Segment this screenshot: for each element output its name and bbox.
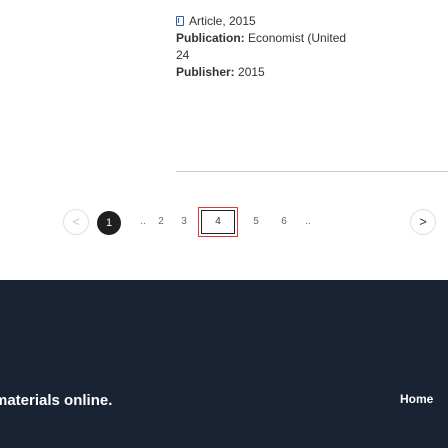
footer-home-link[interactable]: Home — [400, 392, 433, 406]
publication-continued: 24 — [176, 47, 438, 64]
results-divider — [176, 171, 448, 172]
site-footer: materials online. Home — [0, 280, 448, 448]
page-2-link[interactable]: 2 — [150, 211, 172, 233]
page-5-link[interactable]: 5 — [245, 211, 267, 233]
previous-page-button[interactable]: < — [63, 209, 89, 235]
pagination-ellipsis: .. — [305, 216, 311, 227]
publisher-row: Publisher: 2015 — [176, 64, 438, 81]
book-icon — [176, 16, 184, 26]
format-label: Article, 2015 — [189, 14, 256, 28]
publication-value: Economist (United — [248, 31, 347, 45]
result-details: Article, 2015 Publication: Economist (Un… — [176, 13, 438, 81]
publisher-label: Publisher: — [176, 65, 235, 79]
publication-value-continued: 24 — [176, 48, 190, 62]
footer-tagline: materials online. — [0, 392, 113, 409]
publisher-value: 2015 — [238, 65, 265, 79]
page-6-link[interactable]: 6 — [273, 211, 295, 233]
publication-row: Publication: Economist (United — [176, 30, 438, 47]
page-3-link[interactable]: 3 — [173, 211, 195, 233]
page-4-link[interactable]: 4 — [198, 207, 238, 237]
publication-label: Publication: — [176, 31, 245, 45]
pagination: < 1 .. 2 3 4 5 6 .. > — [0, 207, 448, 237]
result-card: Article, 2015 Publication: Economist (Un… — [0, 0, 448, 170]
next-page-button[interactable]: > — [410, 209, 436, 235]
page-1-current[interactable]: 1 — [97, 211, 121, 235]
format-row: Article, 2015 — [176, 13, 438, 30]
page-4-number: 4 — [215, 216, 221, 227]
